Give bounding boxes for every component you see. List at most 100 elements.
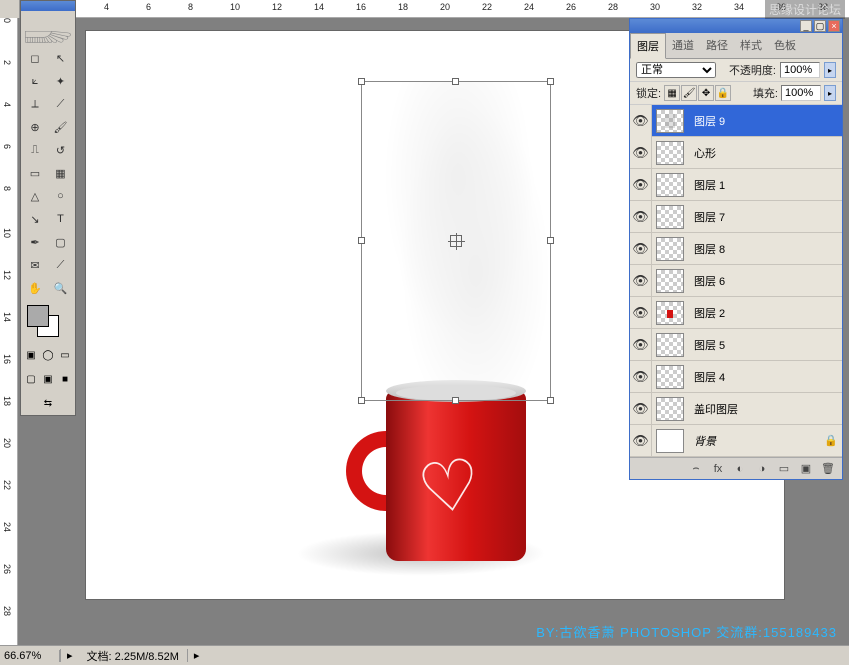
- delete-layer-icon[interactable]: 🗑: [820, 461, 836, 477]
- opacity-flyout-icon[interactable]: ▸: [824, 62, 836, 78]
- layer-group-icon[interactable]: ▭: [776, 461, 792, 477]
- visibility-icon[interactable]: 👁: [630, 169, 652, 201]
- type-tool[interactable]: T: [49, 208, 73, 230]
- status-flyout-icon[interactable]: ▸: [187, 649, 206, 662]
- new-layer-icon[interactable]: ▣: [798, 461, 814, 477]
- lock-all-icon[interactable]: 🔒: [715, 85, 731, 101]
- transform-handle[interactable]: [452, 397, 459, 404]
- transform-handle[interactable]: [547, 237, 554, 244]
- adjustment-layer-icon[interactable]: ◑: [754, 461, 770, 477]
- transform-handle[interactable]: [358, 78, 365, 85]
- standard-mode-icon[interactable]: ▣: [23, 345, 39, 365]
- screen-mode-icon[interactable]: ▭: [57, 345, 73, 365]
- visibility-icon[interactable]: 👁: [630, 105, 652, 137]
- path-tool[interactable]: ↘: [23, 208, 47, 230]
- layer-row[interactable]: 👁 图层 2: [630, 297, 842, 329]
- link-layers-icon[interactable]: ⌢: [688, 461, 704, 477]
- visibility-icon[interactable]: 👁: [630, 425, 652, 457]
- layer-row[interactable]: 👁 图层 5: [630, 329, 842, 361]
- layer-name-label[interactable]: 背景: [688, 433, 820, 449]
- history-brush-tool[interactable]: ↺: [49, 139, 73, 161]
- tab-图层[interactable]: 图层: [630, 33, 666, 59]
- layer-thumbnail[interactable]: [656, 269, 684, 293]
- visibility-icon[interactable]: 👁: [630, 297, 652, 329]
- layer-name-label[interactable]: 图层 8: [688, 241, 820, 257]
- marquee-tool[interactable]: ◻: [23, 47, 47, 69]
- layer-name-label[interactable]: 图层 7: [688, 209, 820, 225]
- layer-thumbnail[interactable]: [656, 429, 684, 453]
- zoom-tool[interactable]: 🔍: [49, 277, 73, 299]
- shape-tool[interactable]: ▢: [49, 231, 73, 253]
- foreground-color-swatch[interactable]: [27, 305, 49, 327]
- layer-name-label[interactable]: 图层 1: [688, 177, 820, 193]
- minimize-button[interactable]: _: [800, 20, 812, 32]
- layer-style-icon[interactable]: fx: [710, 461, 726, 477]
- eyedropper-tool[interactable]: ⟋: [49, 254, 73, 276]
- screen-mode-2[interactable]: ▣: [40, 369, 56, 389]
- transform-handle[interactable]: [547, 78, 554, 85]
- hand-tool[interactable]: ✋: [23, 277, 47, 299]
- lock-transparency-icon[interactable]: ▦: [664, 85, 680, 101]
- layer-thumbnail[interactable]: [656, 365, 684, 389]
- layer-name-label[interactable]: 心形: [688, 145, 820, 161]
- close-button[interactable]: ×: [828, 20, 840, 32]
- blur-tool[interactable]: △: [23, 185, 47, 207]
- notes-tool[interactable]: ✉: [23, 254, 47, 276]
- transform-handle[interactable]: [358, 397, 365, 404]
- crop-tool[interactable]: ⟂: [23, 93, 47, 115]
- layer-row[interactable]: 👁 盖印图层: [630, 393, 842, 425]
- lock-position-icon[interactable]: ✥: [698, 85, 714, 101]
- tab-样式[interactable]: 样式: [734, 33, 768, 58]
- healing-tool[interactable]: ⊕: [23, 116, 47, 138]
- transform-handle[interactable]: [547, 397, 554, 404]
- dodge-tool[interactable]: ○: [49, 185, 73, 207]
- layer-row[interactable]: 👁 心形: [630, 137, 842, 169]
- layer-thumbnail[interactable]: [656, 333, 684, 357]
- transform-bounding-box[interactable]: [361, 81, 551, 401]
- layer-thumbnail[interactable]: [656, 109, 684, 133]
- gradient-tool[interactable]: ▦: [49, 162, 73, 184]
- lock-pixels-icon[interactable]: 🖌: [681, 85, 697, 101]
- layer-mask-icon[interactable]: ◐: [732, 461, 748, 477]
- blend-mode-select[interactable]: 正常: [636, 62, 716, 78]
- layer-row[interactable]: 👁背景🔒: [630, 425, 842, 457]
- maximize-button[interactable]: ▢: [814, 20, 826, 32]
- layer-thumbnail[interactable]: [656, 237, 684, 261]
- screen-mode-3[interactable]: ■: [57, 369, 73, 389]
- pen-tool[interactable]: ✒: [23, 231, 47, 253]
- layer-thumbnail[interactable]: [656, 301, 684, 325]
- tab-通道[interactable]: 通道: [666, 33, 700, 58]
- visibility-icon[interactable]: 👁: [630, 137, 652, 169]
- stamp-tool[interactable]: ⎍: [23, 139, 47, 161]
- panel-titlebar[interactable]: _ ▢ ×: [630, 19, 842, 33]
- visibility-icon[interactable]: 👁: [630, 233, 652, 265]
- color-swatches[interactable]: [25, 305, 71, 339]
- layer-row[interactable]: 👁图层 7: [630, 201, 842, 233]
- eraser-tool[interactable]: ▭: [23, 162, 47, 184]
- layer-row[interactable]: 👁图层 4: [630, 361, 842, 393]
- fill-flyout-icon[interactable]: ▸: [824, 85, 836, 101]
- layer-row[interactable]: 👁 图层 9: [630, 105, 842, 137]
- layer-thumbnail[interactable]: [656, 141, 684, 165]
- layer-name-label[interactable]: 盖印图层: [688, 401, 820, 417]
- wand-tool[interactable]: ✦: [49, 70, 73, 92]
- visibility-icon[interactable]: 👁: [630, 265, 652, 297]
- layer-name-label[interactable]: 图层 9: [688, 113, 820, 129]
- transform-center-icon[interactable]: [450, 235, 462, 247]
- visibility-icon[interactable]: 👁: [630, 393, 652, 425]
- slice-tool[interactable]: ⟋: [49, 93, 73, 115]
- fill-field[interactable]: 100%: [781, 85, 821, 101]
- layer-name-label[interactable]: 图层 2: [688, 305, 820, 321]
- layer-row[interactable]: 👁 图层 1: [630, 169, 842, 201]
- layer-row[interactable]: 👁图层 6: [630, 265, 842, 297]
- layer-thumbnail[interactable]: [656, 173, 684, 197]
- layer-name-label[interactable]: 图层 5: [688, 337, 820, 353]
- screen-mode-1[interactable]: ▢: [23, 369, 39, 389]
- layer-thumbnail[interactable]: [656, 397, 684, 421]
- layer-thumbnail[interactable]: [656, 205, 684, 229]
- zoom-level[interactable]: 66.67%: [0, 650, 60, 662]
- layer-row[interactable]: 👁 图层 8: [630, 233, 842, 265]
- visibility-icon[interactable]: 👁: [630, 329, 652, 361]
- move-tool[interactable]: ↖: [49, 47, 73, 69]
- tab-色板[interactable]: 色板: [768, 33, 802, 58]
